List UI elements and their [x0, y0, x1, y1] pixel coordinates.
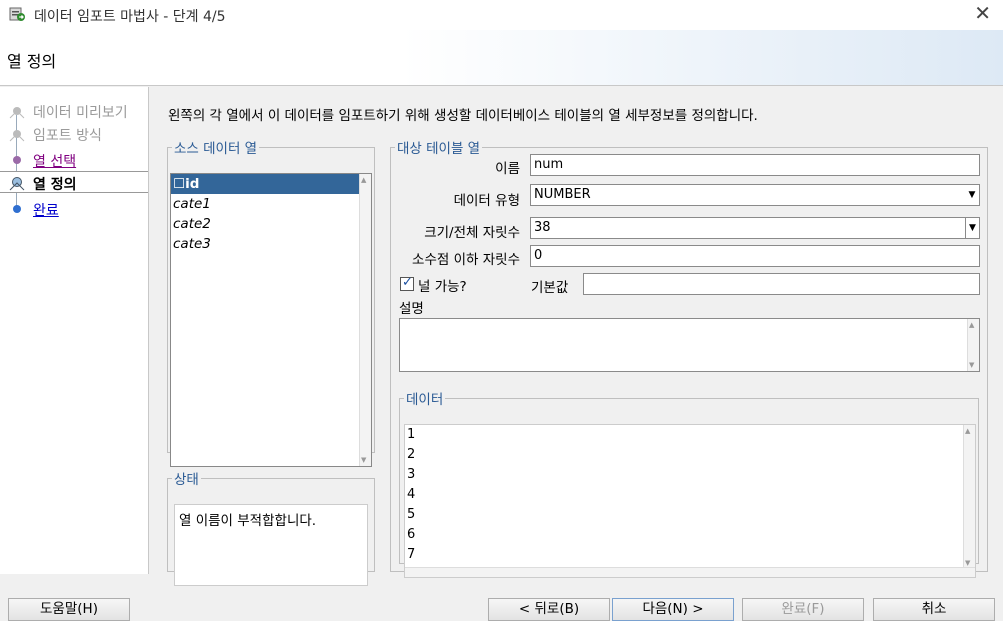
default-input[interactable] [583, 273, 980, 295]
window-title: 데이터 임포트 마법사 - 단계 4/5 [34, 9, 226, 25]
step-done-icon [9, 130, 25, 142]
scale-input[interactable]: 0 [530, 245, 980, 267]
size-combo[interactable]: 38 ▼ [530, 217, 980, 239]
step-done-icon [9, 107, 25, 119]
size-label: 크기/전체 자릿수 [424, 225, 520, 241]
list-item: 6 [407, 527, 416, 542]
name-input[interactable]: num [530, 154, 980, 176]
status-legend: 상태 [174, 472, 199, 488]
scroll-up-icon[interactable]: ▲ [361, 176, 366, 184]
comment-textarea[interactable]: ▲ ▼ [399, 318, 980, 372]
list-item: 4 [407, 487, 416, 502]
scroll-up-icon[interactable]: ▲ [969, 321, 974, 329]
chevron-down-icon[interactable]: ▼ [965, 218, 979, 238]
size-value: 38 [534, 220, 551, 235]
target-columns-legend: 대상 테이블 열 [397, 141, 481, 157]
source-columns-list[interactable]: ☐id cate1 cate2 cate3 ▲ ▼ [170, 173, 372, 467]
list-item: 5 [407, 507, 416, 522]
source-column-item[interactable]: ☐id [171, 174, 371, 194]
data-type-value: NUMBER [534, 187, 591, 202]
wizard-header: 열 정의 [0, 30, 1003, 86]
source-columns-legend: 소스 데이터 열 [174, 141, 258, 157]
list-item: 7 [407, 547, 416, 562]
data-preview-group: 데이터 1 2 3 4 5 6 7 ▲ ▼ [399, 388, 979, 578]
title-bar: 데이터 임포트 마법사 - 단계 4/5 ✕ [0, 0, 1003, 30]
source-list-scrollbar[interactable]: ▲ ▼ [359, 174, 371, 466]
list-item: 1 [407, 427, 416, 442]
source-column-item[interactable]: cate3 [171, 234, 371, 254]
step-next-icon [13, 205, 21, 213]
data-list-scrollbar[interactable]: ▲ ▼ [963, 425, 975, 569]
close-icon[interactable]: ✕ [974, 3, 991, 23]
next-button[interactable]: 다음(N) > [612, 598, 734, 621]
finish-button[interactable]: 완료(F) [742, 598, 864, 621]
scroll-down-icon[interactable]: ▼ [965, 559, 970, 567]
nullable-label: 널 가능? [418, 279, 467, 295]
scale-label: 소수점 이하 자릿수 [412, 252, 520, 268]
page-title: 열 정의 [7, 52, 57, 71]
wizard-steps: 데이터 미리보기 임포트 방식 열 선택 열 정의 완료 [0, 87, 149, 574]
step-data-preview: 데이터 미리보기 [0, 100, 148, 122]
comment-scrollbar[interactable]: ▲ ▼ [967, 319, 979, 371]
source-columns-group: 소스 데이터 열 ☐id cate1 cate2 cate3 ▲ ▼ [167, 137, 375, 467]
source-column-item[interactable]: cate1 [171, 194, 371, 214]
source-column-item[interactable]: cate2 [171, 214, 371, 234]
name-label: 이름 [495, 161, 520, 177]
scroll-down-icon[interactable]: ▼ [969, 361, 974, 369]
scroll-up-icon[interactable]: ▲ [965, 427, 970, 435]
step-import-method: 임포트 방식 [0, 123, 148, 145]
step-column-select[interactable]: 열 선택 [0, 149, 148, 171]
data-preview-list[interactable]: 1 2 3 4 5 6 7 ▲ ▼ [404, 424, 976, 578]
status-message: 열 이름이 부적합합니다. [174, 504, 368, 586]
data-type-select[interactable]: NUMBER ▼ [530, 184, 980, 206]
data-list-hscrollbar[interactable] [405, 567, 975, 577]
import-wizard-icon [9, 7, 25, 21]
status-group: 상태 열 이름이 부적합합니다. [167, 468, 375, 586]
back-button[interactable]: < 뒤로(B) [488, 598, 610, 621]
step-column-define: 열 정의 [0, 171, 148, 193]
cancel-button[interactable]: 취소 [873, 598, 995, 621]
default-label: 기본값 [531, 280, 569, 296]
step-current-icon [9, 177, 25, 191]
chevron-down-icon[interactable]: ▼ [965, 185, 979, 205]
step-visited-icon [13, 156, 21, 164]
list-item: 3 [407, 467, 416, 482]
data-preview-legend: 데이터 [406, 392, 444, 408]
data-type-label: 데이터 유형 [453, 193, 520, 209]
nullable-checkbox[interactable] [400, 275, 414, 291]
instruction-text: 왼쪽의 각 열에서 이 데이터를 임포트하기 위해 생성할 데이터베이스 테이블… [168, 108, 758, 124]
list-item: 2 [407, 447, 416, 462]
step-finish[interactable]: 완료 [0, 198, 148, 220]
scroll-down-icon[interactable]: ▼ [361, 456, 366, 464]
comment-label: 설명 [399, 301, 424, 317]
help-button[interactable]: 도움말(H) [8, 598, 130, 621]
